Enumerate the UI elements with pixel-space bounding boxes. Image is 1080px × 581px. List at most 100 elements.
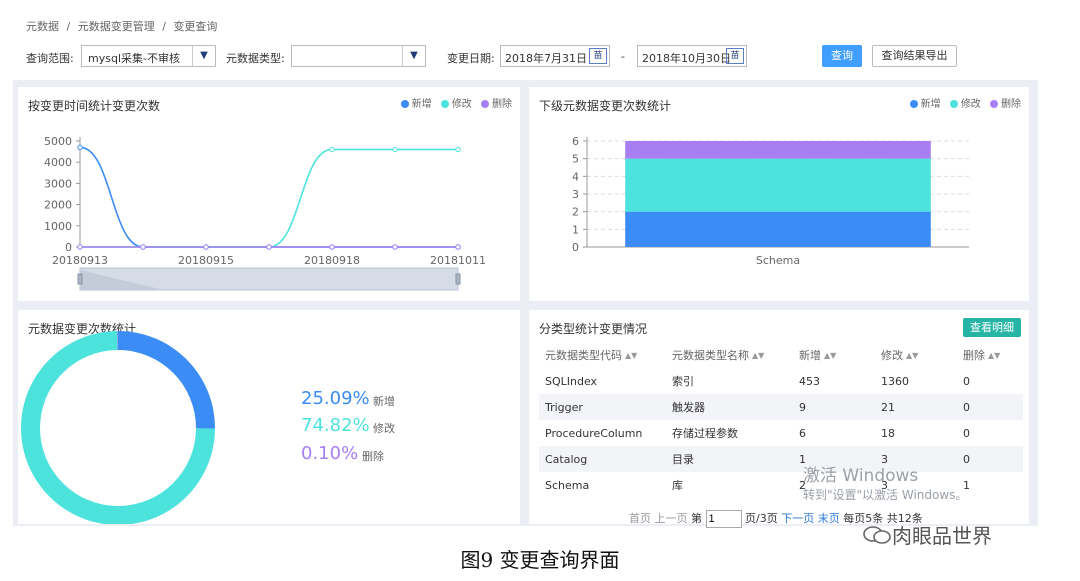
pager-next[interactable]: 下一页 (781, 512, 814, 525)
donut-chart (21, 331, 216, 524)
delete-percent: 0.10% (301, 443, 359, 464)
table-row[interactable]: SQLIndex 索引 453 1360 0 (539, 368, 1023, 394)
table-cell: 453 (799, 374, 820, 388)
stacked-bar-chart: 0 1 2 3 4 5 6 Schema (572, 135, 969, 267)
table-cell: 触发器 (666, 394, 793, 420)
pager-first[interactable]: 首页 (629, 512, 651, 525)
pager-prev[interactable]: 上一页 (655, 512, 688, 525)
table-cell: ProcedureColumn (545, 426, 643, 440)
column-header-type-name[interactable]: 元数据类型名称 ▲▼ (666, 342, 793, 368)
end-date-value: 2018年10月30日 (642, 52, 731, 65)
column-header-label: 修改 (881, 349, 903, 362)
data-point (329, 244, 335, 250)
modify-percent: 74.82% (301, 415, 370, 436)
table-cell: 库 (672, 479, 683, 492)
breadcrumb-separator: / (66, 20, 71, 33)
data-point (77, 144, 83, 151)
data-point (392, 146, 398, 153)
donut-slice-0 (118, 331, 216, 429)
y-tick-label: 4 (572, 170, 579, 183)
windows-activation-watermark: 激活 Windows (803, 466, 919, 486)
column-header-type-code[interactable]: 元数据类型代码 ▲▼ (539, 342, 666, 368)
data-point (77, 244, 83, 250)
x-tick-label: 20180913 (52, 254, 108, 267)
view-detail-button[interactable]: 查看明细 (963, 318, 1021, 337)
pager-last[interactable]: 末页 (818, 512, 840, 525)
delete-percent-label: 删除 (362, 450, 384, 463)
calendar-icon[interactable]: 苗 (726, 48, 744, 64)
table-cell: 0 (963, 426, 970, 440)
chevron-down-icon[interactable]: ▼ (402, 46, 425, 66)
data-point (203, 244, 209, 250)
start-date-input[interactable]: 2018年7月31日 苗 (500, 45, 610, 67)
column-header-add[interactable]: 新增 ▲▼ (793, 342, 875, 368)
table-row[interactable]: Trigger 触发器 9 21 0 (539, 394, 1023, 420)
pager-page-input[interactable] (705, 510, 742, 528)
breadcrumb-item-metadata[interactable]: 元数据 (26, 20, 59, 33)
sort-icon[interactable]: ▲▼ (625, 351, 637, 360)
date-label: 变更日期: (447, 52, 495, 65)
y-tick-label: 5000 (44, 135, 72, 148)
zoom-handle-right-icon (455, 273, 461, 285)
bar-segment-1 (625, 158, 931, 212)
type-table-title: 分类型统计变更情况 (539, 322, 648, 336)
table-cell: 0 (957, 446, 1023, 472)
column-header-label: 删除 (963, 349, 985, 362)
breadcrumb-item-change-management[interactable]: 元数据变更管理 (78, 20, 155, 33)
series-line-1 (79, 148, 458, 248)
y-tick-label: 4000 (44, 156, 72, 169)
date-range-separator: - (621, 50, 625, 63)
time-line-chart: 0 1000 2000 3000 4000 5000 20180913 20180915 201… (44, 135, 486, 291)
data-point (392, 244, 398, 250)
breadcrumb: 元数据 / 元数据变更管理 / 变更查询 (26, 18, 221, 34)
export-button[interactable]: 查询结果导出 (872, 45, 957, 67)
y-tick-label: 2000 (44, 199, 72, 212)
y-tick-label: 5 (572, 153, 579, 166)
end-date-input[interactable]: 2018年10月30日 苗 (637, 45, 747, 67)
table-header-row: 元数据类型代码 ▲▼ 元数据类型名称 ▲▼ 新增 ▲▼ 修改 ▲▼ 删除 ▲▼ (539, 342, 1023, 368)
windows-activation-hint: 转到"设置"以激活 Windows。 (803, 488, 968, 502)
table-row[interactable]: ProcedureColumn 存储过程参数 6 18 0 (539, 420, 1023, 446)
table-cell: 21 (875, 394, 957, 420)
table-cell: 6 (799, 426, 806, 440)
type-select[interactable]: ▼ (291, 45, 426, 67)
column-header-delete[interactable]: 删除 ▲▼ (957, 342, 1023, 368)
add-percent: 25.09% (301, 388, 370, 409)
add-percent-label: 新增 (373, 395, 395, 408)
ratio-chart-panel: 元数据变更次数统计 25.09% 新增 74.82% 修改 0.10% 删除 (18, 310, 520, 524)
y-tick-label: 1000 (44, 220, 72, 233)
table-cell: Schema (545, 478, 590, 492)
pager-page-suffix: 页/3页 (745, 512, 778, 525)
scope-select[interactable]: mysql采集-不审核 ▼ (81, 45, 216, 67)
table-cell: 18 (881, 426, 895, 440)
table-cell: 1360 (881, 374, 909, 388)
data-point (266, 244, 272, 250)
dashboard-area: 按变更时间统计变更次数 新增 修改 删除 0 1000 2000 3000 4000 50… (13, 80, 1038, 528)
table-cell: SQLIndex (545, 374, 598, 388)
x-tick-label: 20180915 (178, 254, 234, 267)
y-tick-label: 0 (65, 241, 72, 254)
bar-segment-0 (625, 211, 931, 247)
table-cell: 0 (957, 394, 1023, 420)
zoom-handle-left-icon (77, 273, 83, 285)
wechat-icon (863, 526, 891, 544)
table-cell: 9 (793, 394, 875, 420)
y-tick-label: 0 (572, 241, 579, 254)
sort-icon[interactable]: ▲▼ (824, 351, 836, 360)
y-tick-label: 3000 (44, 177, 72, 190)
column-header-label: 元数据类型名称 (672, 349, 749, 362)
series-line-0 (79, 146, 458, 248)
sort-icon[interactable]: ▲▼ (752, 351, 764, 360)
time-chart-panel: 按变更时间统计变更次数 新增 修改 删除 0 1000 2000 3000 4000 50… (18, 87, 520, 301)
modify-percent-label: 修改 (373, 422, 395, 435)
filter-bar: 查询范围: mysql采集-不审核 ▼ 元数据类型: ▼ 变更日期: 2018年… (26, 45, 1026, 69)
column-header-modify[interactable]: 修改 ▲▼ (875, 342, 957, 368)
table-cell: 索引 (672, 375, 694, 388)
chevron-down-icon[interactable]: ▼ (192, 46, 215, 66)
table-row[interactable]: Catalog 目录 1 3 0 (539, 446, 1023, 472)
sort-icon[interactable]: ▲▼ (988, 351, 1000, 360)
calendar-icon[interactable]: 苗 (589, 48, 607, 64)
sort-icon[interactable]: ▲▼ (906, 351, 918, 360)
query-button[interactable]: 查询 (822, 45, 862, 67)
y-tick-label: 1 (572, 223, 579, 236)
